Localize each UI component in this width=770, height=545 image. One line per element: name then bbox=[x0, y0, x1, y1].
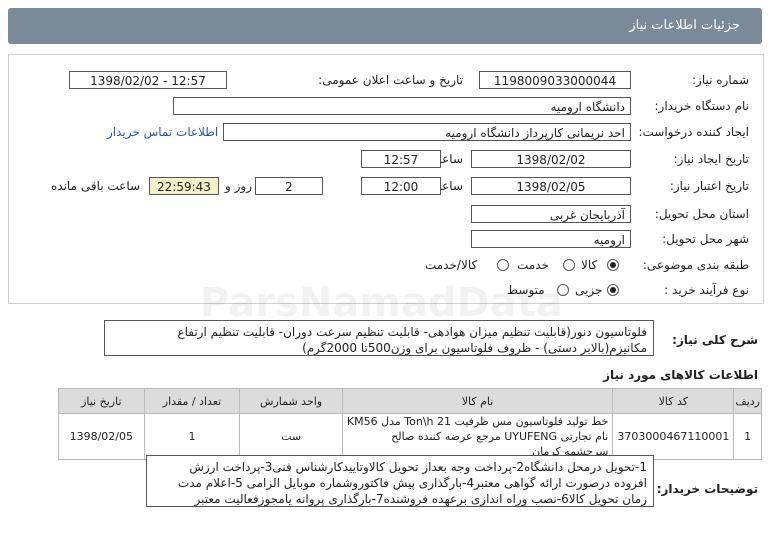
category-radio-goods[interactable] bbox=[607, 259, 619, 271]
category-option-goods-service: کالا/خدمت bbox=[425, 258, 478, 272]
need-number-label: شماره نیاز: bbox=[692, 73, 749, 87]
category-radio-service[interactable] bbox=[563, 259, 575, 271]
details-panel: شماره نیاز: 1198009033000044 تاریخ و ساع… bbox=[8, 54, 764, 304]
remaining-label: ساعت باقی مانده bbox=[51, 179, 141, 193]
category-radio-goods-service[interactable] bbox=[497, 259, 509, 271]
buyer-org-label: نام دستگاه خریدار: bbox=[654, 99, 750, 113]
cell-name: خط تولید فلوتاسیون مس ظرفیت 21 Ton\h مدل… bbox=[341, 413, 614, 460]
summary-label: شرح کلی نیاز: bbox=[672, 333, 758, 347]
need-number-field: 1198009033000044 bbox=[479, 71, 631, 89]
notes-text: 1-تحویل درمحل دانشگاه2-پرداخت وجه بعداز … bbox=[146, 455, 654, 507]
buyer-org-field: دانشگاه ارومیه bbox=[173, 97, 631, 115]
created-time-field: 12:57 bbox=[361, 150, 441, 168]
purchase-type-label: نوع فرآیند خرید : bbox=[664, 283, 749, 297]
items-table: ردیف کد کالا نام کالا واحد شمارش تعداد /… bbox=[58, 388, 762, 460]
requester-label: ایجاد کننده درخواست: bbox=[638, 125, 749, 139]
col-header-unit: واحد شمارش bbox=[239, 388, 343, 414]
province-label: استان محل تحویل: bbox=[654, 207, 749, 221]
remaining-time-field: 22:59:43 bbox=[149, 177, 219, 195]
table-row: 1 3703000467110001 خط تولید فلوتاسیون مس… bbox=[58, 413, 762, 460]
announce-label: تاریخ و ساعت اعلان عمومی: bbox=[318, 73, 463, 87]
valid-time-field: 12:00 bbox=[361, 177, 441, 195]
cell-unit: ست bbox=[239, 413, 343, 460]
col-header-name: نام کالا bbox=[341, 388, 614, 414]
cell-row: 1 bbox=[733, 413, 762, 460]
items-section-title: اطلاعات کالاهای مورد نیاز bbox=[603, 368, 758, 382]
city-field: ارومیه bbox=[471, 230, 631, 248]
purchase-radio-minor[interactable] bbox=[607, 284, 619, 296]
header-bar: جزئیات اطلاعات نیاز bbox=[8, 8, 762, 44]
province-field: آذربایجان غربی bbox=[471, 205, 631, 223]
requester-field: احد نریمانی کارپرداز دانشگاه ارومیه bbox=[223, 123, 631, 141]
days-label: روز و bbox=[225, 179, 252, 193]
summary-text: فلوتاسیون دنور(قابلیت تنظیم میزان هوادهی… bbox=[104, 320, 654, 356]
category-option-service: خدمت bbox=[517, 258, 549, 272]
col-header-row: ردیف bbox=[733, 388, 762, 414]
page-title: جزئیات اطلاعات نیاز bbox=[629, 18, 740, 33]
notes-label: توضیحات خریدار: bbox=[656, 482, 758, 496]
cell-qty: 1 bbox=[143, 413, 241, 460]
table-header-row: ردیف کد کالا نام کالا واحد شمارش تعداد /… bbox=[58, 388, 762, 414]
col-header-qty: تعداد / مقدار bbox=[143, 388, 241, 414]
page-header: جزئیات اطلاعات نیاز bbox=[0, 0, 770, 52]
category-label: طبقه بندی موضوعی: bbox=[642, 258, 749, 272]
city-label: شهر محل تحویل: bbox=[662, 232, 749, 246]
announce-field: 1398/02/02 - 12:57 bbox=[69, 71, 227, 89]
created-date-label: تاریخ ایجاد نیاز: bbox=[673, 152, 749, 166]
col-header-code: کد کالا bbox=[612, 388, 735, 414]
valid-date-label: تاریخ اعتبار نیاز: bbox=[669, 179, 749, 193]
purchase-option-minor: جزیی bbox=[575, 283, 603, 297]
category-option-goods: کالا bbox=[581, 258, 598, 272]
created-date-field: 1398/02/02 bbox=[471, 150, 631, 168]
cell-date: 1398/02/05 bbox=[58, 413, 145, 460]
buyer-contact-link[interactable]: اطلاعات تماس خریدار bbox=[107, 125, 218, 139]
days-field: 2 bbox=[255, 177, 323, 195]
cell-code: 3703000467110001 bbox=[612, 413, 735, 460]
valid-date-field: 1398/02/05 bbox=[471, 177, 631, 195]
col-header-date: تاریخ نیاز bbox=[58, 388, 145, 414]
